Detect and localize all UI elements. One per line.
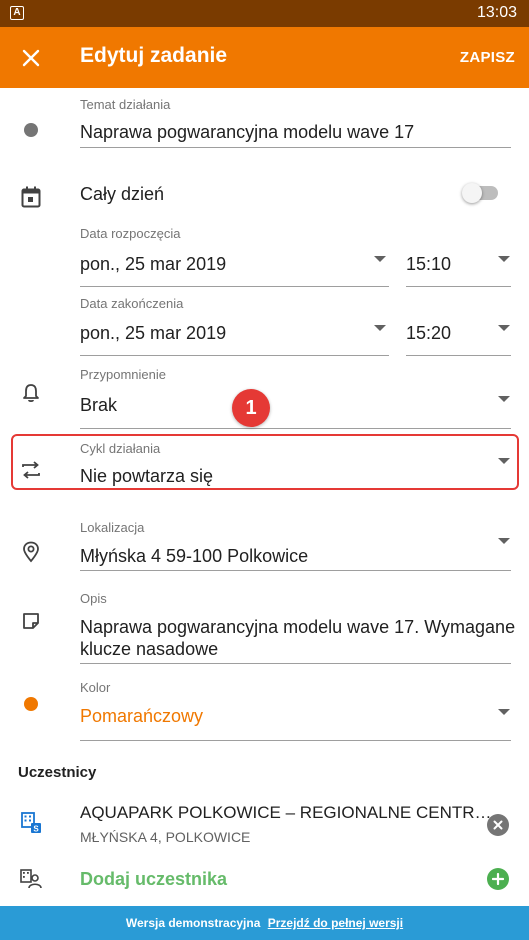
company-icon: S (18, 810, 44, 836)
end-date-label: Data zakończenia (80, 296, 184, 311)
description-line-1[interactable]: Naprawa pogwarancyjna modelu wave 17. Wy… (80, 617, 515, 638)
app-bar: Edytuj zadanie ZAPISZ (0, 27, 529, 88)
participant-name: AQUAPARK POLKOWICE – REGIONALNE CENTR… (80, 803, 492, 822)
subject-underline (80, 147, 511, 148)
end-date-underline (80, 355, 389, 356)
reminder-underline (80, 428, 511, 429)
add-participant-label[interactable]: Dodaj uczestnika (80, 869, 227, 890)
demo-version-text: Wersja demonstracyjna (125, 916, 261, 930)
description-label: Opis (80, 591, 107, 606)
subject-input[interactable]: Naprawa pogwarancyjna modelu wave 17 (80, 122, 414, 143)
location-dropdown-icon[interactable] (498, 538, 510, 544)
add-participant-button[interactable] (487, 868, 509, 890)
app-notification-icon: A (10, 6, 24, 20)
end-time-underline (406, 355, 511, 356)
note-icon (18, 608, 44, 634)
start-time-dropdown-icon[interactable] (498, 256, 510, 262)
color-dropdown-icon[interactable] (498, 709, 510, 715)
page-title: Edytuj zadanie (80, 44, 228, 67)
participant-address: MŁYŃSKA 4, POLKOWICE (80, 829, 251, 845)
reminder-select[interactable]: Brak (80, 395, 117, 416)
description-underline (80, 663, 511, 664)
demo-footer: Wersja demonstracyjna Przejdź do pełnej … (0, 906, 529, 940)
end-date-select[interactable]: pon., 25 mar 2019 (80, 323, 226, 344)
location-pin-icon (18, 539, 44, 565)
svg-text:S: S (33, 825, 39, 834)
start-date-label: Data rozpoczęcia (80, 226, 181, 241)
save-button[interactable]: ZAPISZ (460, 49, 515, 66)
all-day-label: Cały dzień (80, 184, 165, 204)
calendar-icon (18, 184, 44, 210)
status-time: 13:03 (476, 4, 517, 21)
start-date-dropdown-icon[interactable] (374, 256, 386, 262)
all-day-toggle[interactable] (462, 183, 498, 203)
color-underline (80, 740, 511, 741)
description-line-2[interactable]: klucze nasadowe (80, 639, 218, 660)
subject-label: Temat działania (80, 97, 171, 112)
start-date-select[interactable]: pon., 25 mar 2019 (80, 254, 226, 275)
full-version-link[interactable]: Przejdź do pełnej wersji (268, 916, 403, 930)
toggle-knob (462, 183, 482, 203)
bell-icon (18, 380, 44, 406)
color-select[interactable]: Pomarańczowy (80, 706, 203, 727)
location-input[interactable]: Młyńska 4 59-100 Polkowice (80, 546, 308, 567)
color-label: Kolor (80, 680, 111, 695)
remove-participant-button[interactable] (487, 814, 509, 836)
end-time-dropdown-icon[interactable] (498, 325, 510, 331)
reminder-dropdown-icon[interactable] (498, 396, 510, 402)
status-bar: A 13:03 (0, 0, 529, 27)
close-icon[interactable] (14, 41, 48, 75)
location-label: Lokalizacja (80, 520, 145, 535)
participants-title: Uczestnicy (18, 764, 97, 781)
location-underline (80, 570, 511, 571)
start-date-underline (80, 286, 389, 287)
color-dot-icon (18, 691, 44, 717)
start-time-underline (406, 286, 511, 287)
start-time-select[interactable]: 15:10 (406, 254, 451, 275)
end-time-select[interactable]: 15:20 (406, 323, 451, 344)
highlight-frame (11, 434, 519, 490)
add-participant-icon (18, 866, 44, 892)
annotation-marker: 1 (232, 389, 270, 427)
reminder-label: Przypomnienie (80, 367, 166, 382)
dot-icon (18, 117, 44, 143)
end-date-dropdown-icon[interactable] (374, 325, 386, 331)
